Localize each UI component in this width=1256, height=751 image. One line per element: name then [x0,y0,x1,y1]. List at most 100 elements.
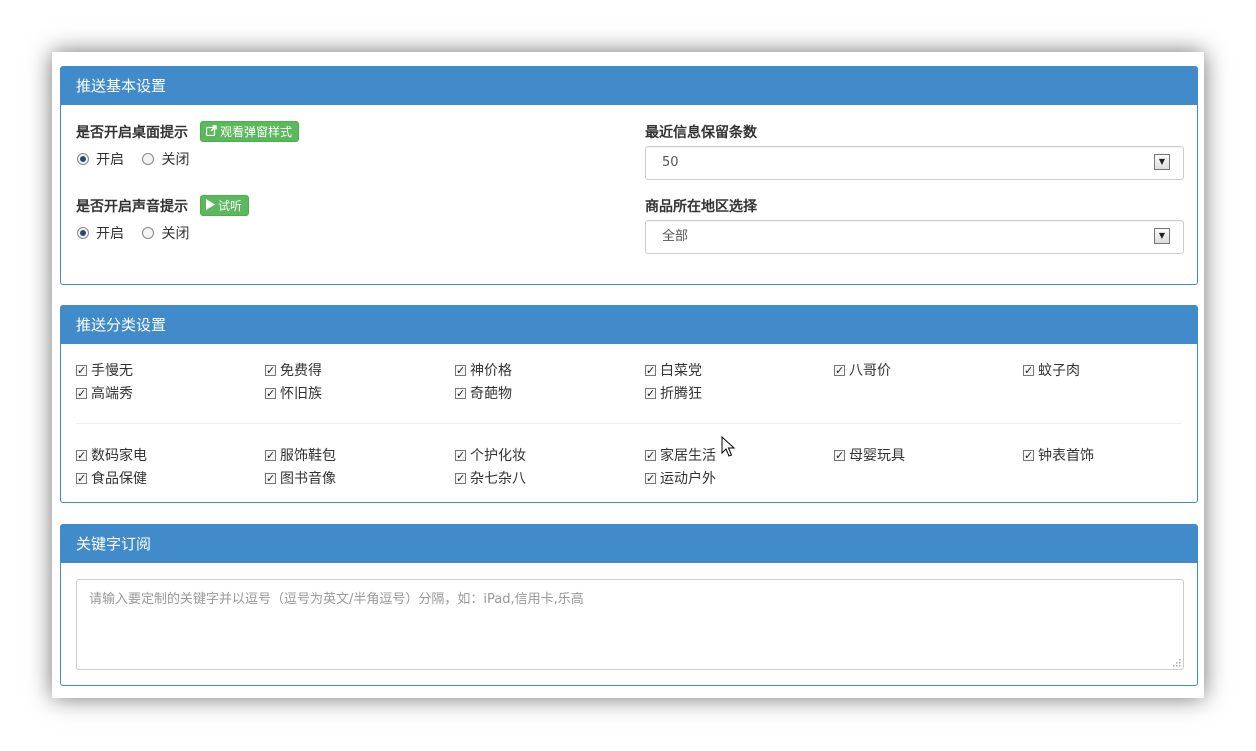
keyword-heading: 关键字订阅 [61,525,1197,563]
preview-popup-button[interactable]: 观看弹窗样式 [200,121,300,143]
category-label: 手慢无 [91,363,133,379]
sound-notify-label: 是否开启声音提示 [76,199,188,215]
category-divider [76,423,1182,424]
checkbox-checked-icon[interactable] [76,470,87,488]
category-label: 个护化妆 [470,448,526,464]
external-link-icon [205,122,217,143]
retain-count-value: 50 [662,155,679,170]
desktop-on-label: 开启 [96,152,124,168]
category-checkbox-item[interactable]: 神价格 [455,362,512,380]
retain-count-select[interactable]: 50 ▼ [645,146,1184,180]
radio-unselected-icon[interactable] [142,153,155,165]
keyword-textarea[interactable]: 请输入要定制的关键字并以逗号（逗号为英文/半角逗号）分隔，如：iPad,信用卡,… [76,579,1184,670]
keyword-panel: 关键字订阅 请输入要定制的关键字并以逗号（逗号为英文/半角逗号）分隔，如：iPa… [60,524,1198,686]
checkbox-checked-icon[interactable] [834,362,845,380]
category-checkbox-item[interactable]: 怀旧族 [265,385,322,403]
category-label: 高端秀 [91,386,133,402]
category-label: 白菜党 [660,363,702,379]
checkbox-checked-icon[interactable] [645,447,656,465]
category-label: 奇葩物 [470,386,512,402]
category-label: 蚊子肉 [1038,363,1080,379]
desktop-notify-label: 是否开启桌面提示 [76,125,188,141]
dropdown-arrow-icon[interactable]: ▼ [1154,228,1170,244]
play-icon [206,196,215,217]
sound-on-label: 开启 [96,226,124,242]
checkbox-checked-icon[interactable] [455,470,466,488]
region-select[interactable]: 全部 ▼ [645,220,1184,254]
category-checkbox-item[interactable]: 免费得 [265,362,322,380]
dropdown-arrow-icon[interactable]: ▼ [1154,154,1170,170]
sound-off-label: 关闭 [161,226,190,242]
category-checkbox-item[interactable]: 高端秀 [76,385,133,403]
sound-on-option[interactable]: 开启 [77,225,124,243]
category-label: 母婴玩具 [849,448,905,464]
sound-preview-label: 试听 [218,199,243,213]
category-checkbox-item[interactable]: 白菜党 [645,362,702,380]
category-label: 杂七杂八 [470,471,526,487]
checkbox-checked-icon[interactable] [645,470,656,488]
checkbox-checked-icon[interactable] [76,385,87,403]
category-checkbox-item[interactable]: 蚊子肉 [1023,362,1080,380]
category-label: 折腾狂 [660,386,702,402]
desktop-off-label: 关闭 [161,152,190,168]
category-checkbox-item[interactable]: 食品保健 [76,470,147,488]
category-label: 神价格 [470,363,512,379]
category-label: 服饰鞋包 [280,448,336,464]
checkbox-checked-icon[interactable] [76,362,87,380]
keyword-placeholder: 请输入要定制的关键字并以逗号（逗号为英文/半角逗号）分隔，如：iPad,信用卡,… [89,592,584,607]
sound-off-option[interactable]: 关闭 [142,225,189,243]
checkbox-checked-icon[interactable] [645,362,656,380]
checkbox-checked-icon[interactable] [1023,447,1034,465]
checkbox-checked-icon[interactable] [265,362,276,380]
checkbox-checked-icon[interactable] [834,447,845,465]
category-label: 数码家电 [91,448,147,464]
radio-unselected-icon[interactable] [142,227,155,239]
category-checkbox-item[interactable]: 母婴玩具 [834,447,905,465]
category-checkbox-item[interactable]: 数码家电 [76,447,147,465]
category-settings-panel: 推送分类设置 手慢无 免费得 神价格 白菜党 八哥价 蚊子肉高端秀 怀旧族 奇葩物 折腾狂 数码… [60,305,1198,503]
checkbox-checked-icon[interactable] [265,470,276,488]
category-label: 八哥价 [849,363,891,379]
checkbox-checked-icon[interactable] [76,447,87,465]
settings-window: 推送基本设置 是否开启桌面提示 观看弹窗样式 开启 关闭 是否开启声音提示 试听… [52,52,1204,698]
resize-grip-icon[interactable] [1171,657,1181,667]
category-label: 运动户外 [660,471,716,487]
sound-notify-options: 开启 关闭 [77,225,203,243]
radio-selected-icon[interactable] [77,153,89,165]
desktop-on-option[interactable]: 开启 [77,151,124,169]
checkbox-checked-icon[interactable] [265,385,276,403]
category-label: 钟表首饰 [1038,448,1094,464]
checkbox-checked-icon[interactable] [1023,362,1034,380]
category-settings-heading: 推送分类设置 [61,306,1197,344]
desktop-off-option[interactable]: 关闭 [142,151,189,169]
checkbox-checked-icon[interactable] [265,447,276,465]
category-checkbox-item[interactable]: 钟表首饰 [1023,447,1094,465]
category-checkbox-item[interactable]: 运动户外 [645,470,716,488]
category-label: 免费得 [280,363,322,379]
sound-preview-button[interactable]: 试听 [200,195,250,217]
category-checkbox-item[interactable]: 家居生活 [645,447,716,465]
basic-settings-heading: 推送基本设置 [61,67,1197,105]
category-checkbox-item[interactable]: 手慢无 [76,362,133,380]
category-checkbox-item[interactable]: 服饰鞋包 [265,447,336,465]
category-checkbox-item[interactable]: 奇葩物 [455,385,512,403]
category-label: 图书音像 [280,471,336,487]
category-checkbox-item[interactable]: 杂七杂八 [455,470,526,488]
category-label: 食品保健 [91,471,147,487]
category-checkbox-item[interactable]: 个护化妆 [455,447,526,465]
region-label: 商品所在地区选择 [645,199,757,215]
category-label: 怀旧族 [280,386,322,402]
mouse-cursor-icon [721,436,736,457]
checkbox-checked-icon[interactable] [455,447,466,465]
category-checkbox-item[interactable]: 折腾狂 [645,385,702,403]
basic-settings-panel: 推送基本设置 是否开启桌面提示 观看弹窗样式 开启 关闭 是否开启声音提示 试听… [60,66,1198,285]
category-checkbox-item[interactable]: 八哥价 [834,362,891,380]
checkbox-checked-icon[interactable] [455,385,466,403]
category-checkbox-item[interactable]: 图书音像 [265,470,336,488]
preview-popup-label: 观看弹窗样式 [220,125,293,139]
radio-selected-icon[interactable] [77,227,89,239]
checkbox-checked-icon[interactable] [455,362,466,380]
region-value: 全部 [662,229,689,244]
checkbox-checked-icon[interactable] [645,385,656,403]
category-label: 家居生活 [660,448,716,464]
